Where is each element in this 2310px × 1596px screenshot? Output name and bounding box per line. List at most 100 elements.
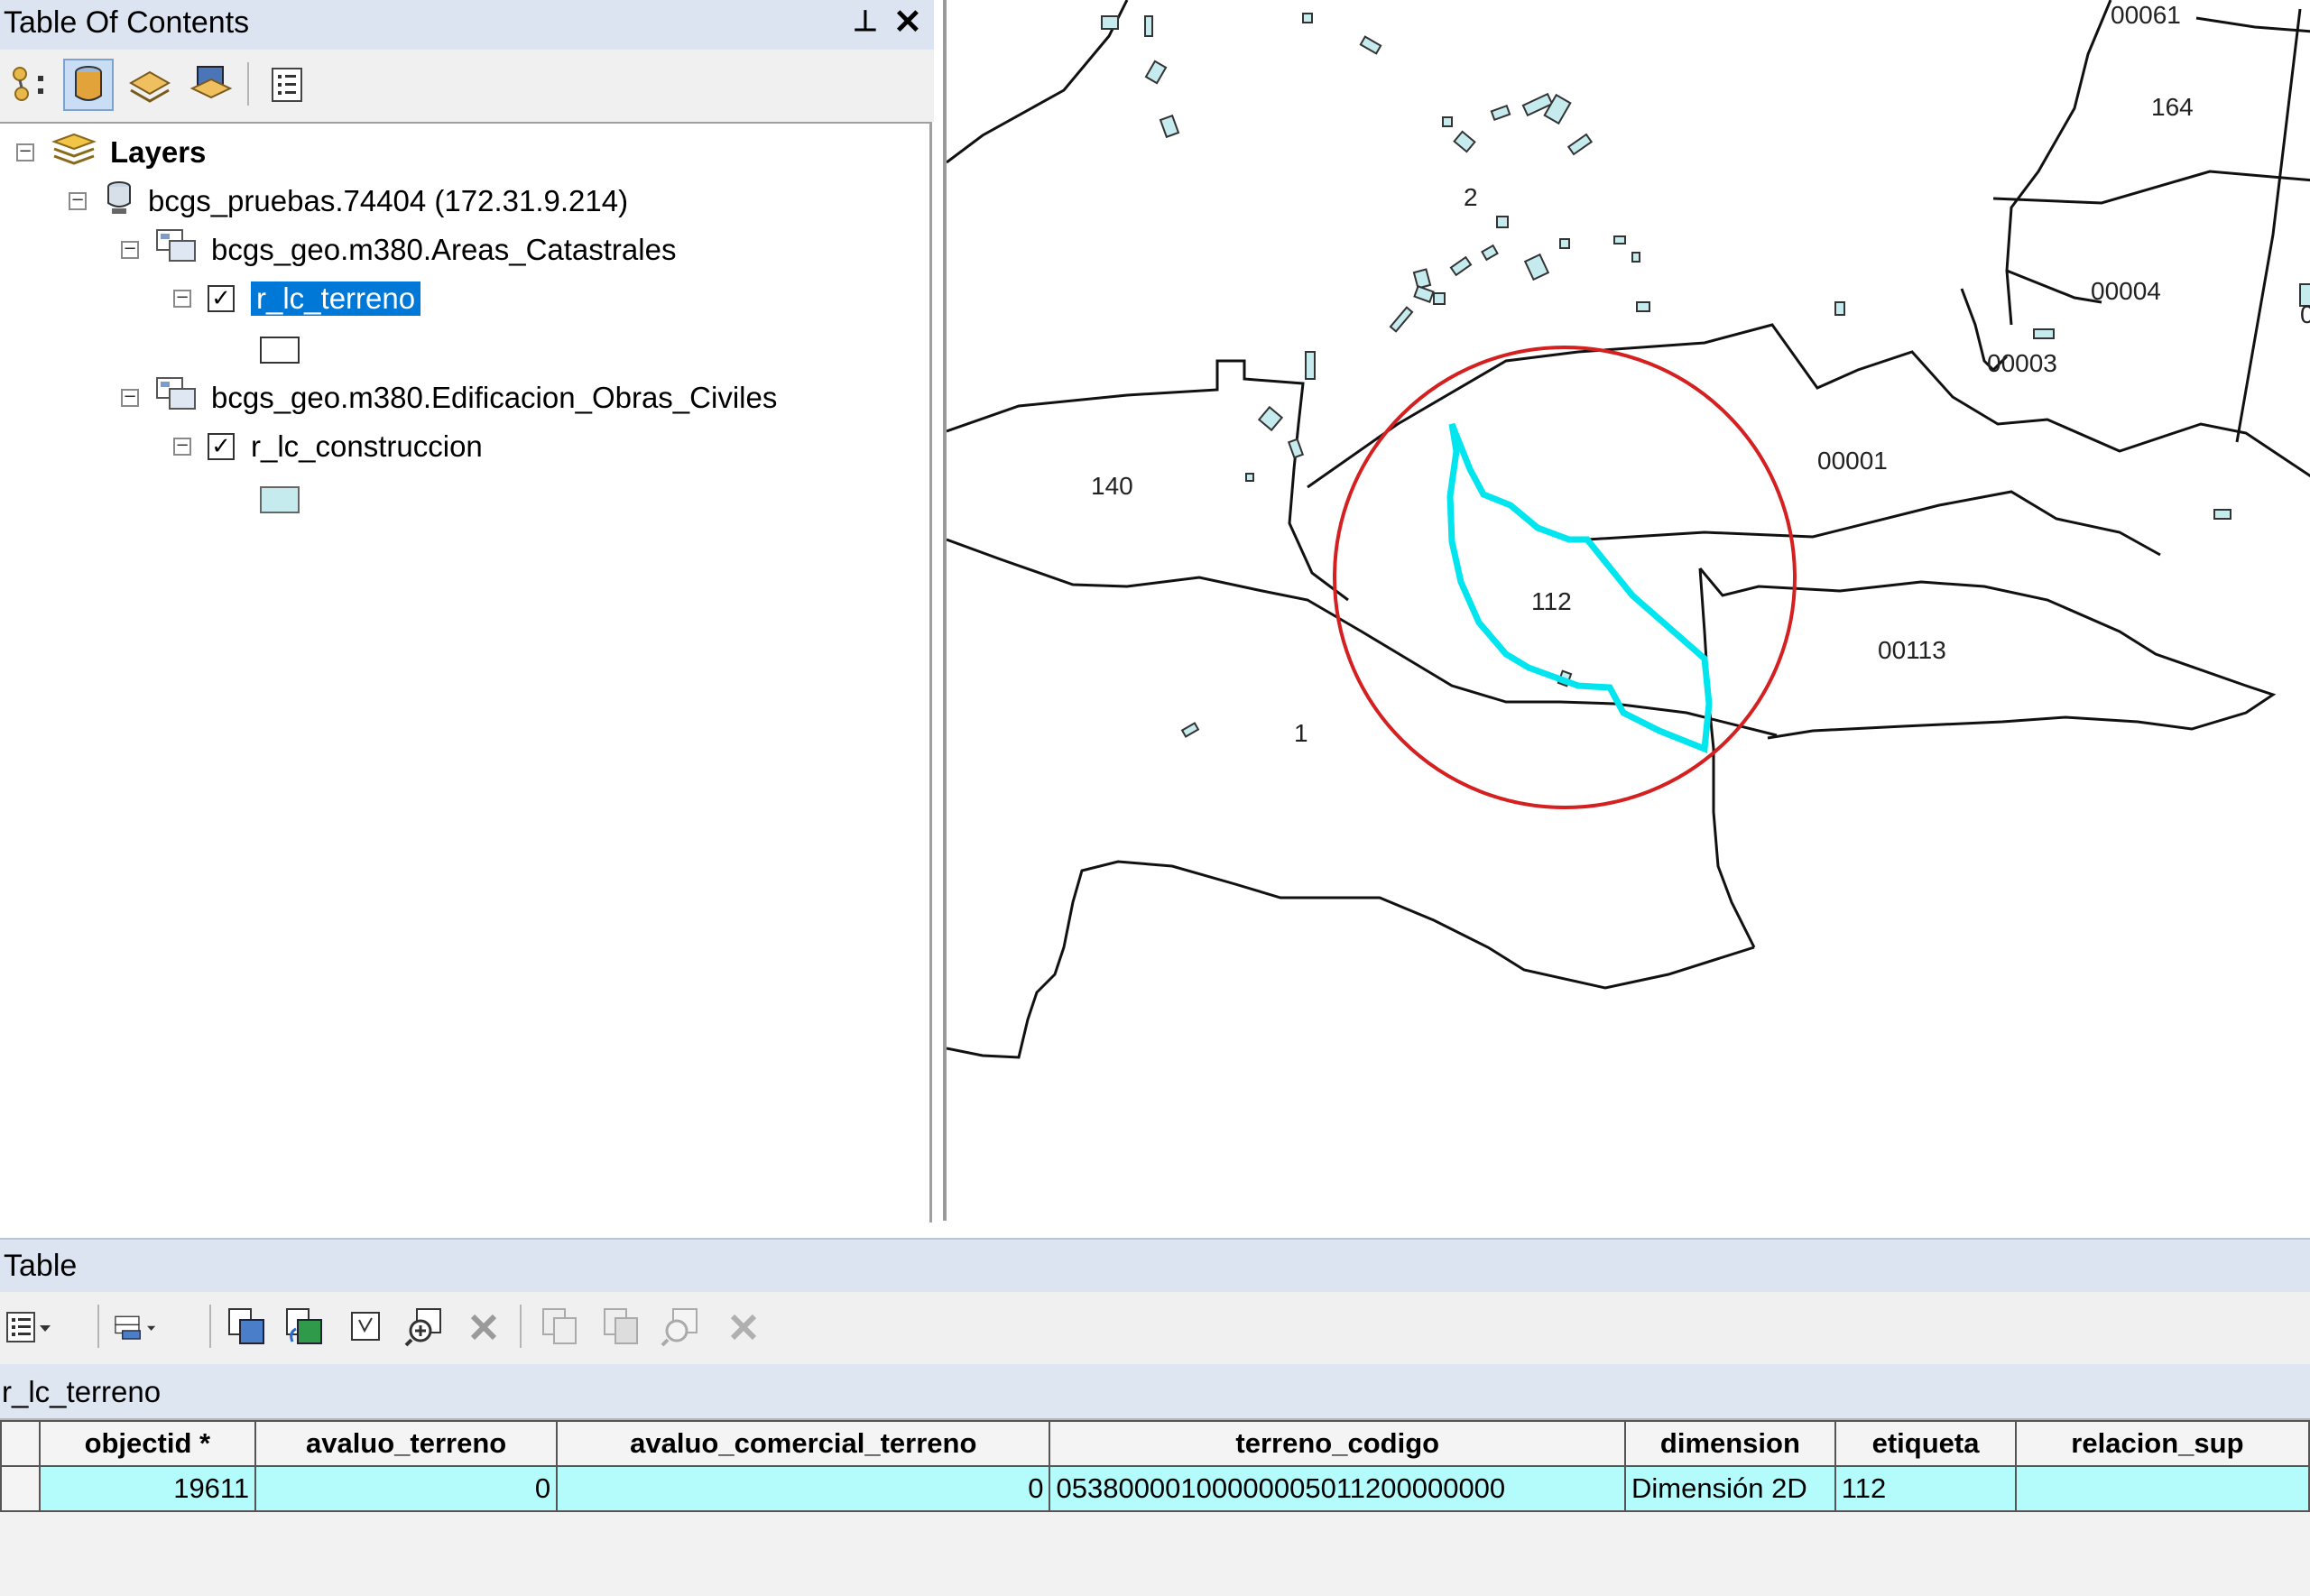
cell-etiqueta[interactable]: 112 xyxy=(1834,1465,2018,1512)
list-by-visibility-icon[interactable] xyxy=(125,59,175,111)
zoom-to-disabled-icon[interactable] xyxy=(657,1301,707,1353)
tree-item-group-areas-catastrales[interactable]: − bcgs_geo.m380.Areas_Catastrales xyxy=(121,228,676,272)
map-view[interactable]: 00061 164 2 00004 00003 00001 140 112 00… xyxy=(943,0,2310,1221)
building-footprint xyxy=(2213,509,2231,520)
pin-icon[interactable]: ⊥ xyxy=(853,4,878,38)
cell-avaluo-comercial-terreno[interactable]: 0 xyxy=(556,1465,1051,1512)
toc-toolbar xyxy=(0,50,934,122)
column-header[interactable]: objectid * xyxy=(38,1420,257,1467)
cell-relacion-sup[interactable] xyxy=(2015,1465,2310,1512)
building-footprint xyxy=(1287,438,1305,459)
collapse-icon[interactable]: − xyxy=(121,389,139,407)
tree-item-database[interactable]: − bcgs_pruebas.74404 (172.31.9.214) xyxy=(69,180,628,223)
toc-title: Table Of Contents xyxy=(4,5,250,40)
cell-avaluo-terreno[interactable]: 0 xyxy=(254,1465,559,1512)
tree-label-group2: bcgs_geo.m380.Edificacion_Obras_Civiles xyxy=(211,381,778,414)
tree-label-database: bcgs_pruebas.74404 (172.31.9.214) xyxy=(148,184,629,217)
toolbar-separator xyxy=(97,1305,99,1348)
list-by-source-icon[interactable] xyxy=(63,59,114,111)
building-footprint xyxy=(1389,306,1414,333)
column-header[interactable]: etiqueta xyxy=(1834,1420,2018,1467)
row-selector[interactable] xyxy=(0,1465,41,1512)
building-footprint xyxy=(1412,268,1432,290)
switch-selection-icon[interactable] xyxy=(280,1301,330,1353)
attribute-table[interactable]: objectid * avaluo_terreno avaluo_comerci… xyxy=(0,1420,2310,1596)
building-footprint xyxy=(1449,255,1473,277)
map-label-edge: 0 xyxy=(2300,300,2310,328)
building-footprint xyxy=(1413,285,1435,303)
cell-terreno-codigo[interactable]: 05380000100000005011200000000 xyxy=(1049,1465,1627,1512)
options-icon[interactable] xyxy=(262,59,312,111)
close-icon[interactable]: ✕ xyxy=(893,2,922,42)
cell-dimension[interactable]: Dimensión 2D xyxy=(1624,1465,1836,1512)
parcel-boundary xyxy=(1698,567,2277,740)
toolbar-separator xyxy=(247,62,249,106)
copy-selected-icon[interactable] xyxy=(534,1301,585,1353)
zoom-to-selected-icon[interactable] xyxy=(401,1301,451,1353)
polygon-symbol-swatch[interactable] xyxy=(260,337,300,364)
layer-tab-r-lc-terreno[interactable]: r_lc_terreno xyxy=(2,1375,161,1409)
delete-selected-icon[interactable] xyxy=(458,1301,509,1353)
layer-visibility-checkbox[interactable]: ✓ xyxy=(208,433,235,460)
building-footprint xyxy=(1496,216,1509,228)
building-footprint xyxy=(1636,301,1650,312)
parcel-boundary xyxy=(947,0,1129,164)
collapse-icon[interactable]: − xyxy=(173,438,191,456)
parcel-boundary xyxy=(947,860,1755,1059)
building-footprint xyxy=(2033,328,2055,339)
parcel-boundary xyxy=(2235,8,2302,443)
map-canvas[interactable]: 00061 164 2 00004 00003 00001 140 112 00… xyxy=(947,0,2310,1221)
collapse-icon[interactable]: − xyxy=(16,143,34,161)
map-label-2: 2 xyxy=(1464,183,1478,211)
column-header[interactable]: avaluo_comercial_terreno xyxy=(556,1420,1051,1467)
map-label-1: 1 xyxy=(1294,719,1308,747)
map-label-00113: 00113 xyxy=(1878,636,1946,664)
building-footprint xyxy=(1144,60,1168,85)
table-row[interactable]: 19611 0 0 05380000100000005011200000000 … xyxy=(0,1465,2310,1512)
column-header[interactable]: dimension xyxy=(1624,1420,1836,1467)
delete-disabled-icon[interactable] xyxy=(718,1301,769,1353)
paste-icon[interactable] xyxy=(596,1301,646,1353)
row-selector-header[interactable] xyxy=(0,1420,41,1467)
attribute-grid[interactable]: objectid * avaluo_terreno avaluo_comerci… xyxy=(0,1420,2310,1512)
table-title-bar xyxy=(0,1238,2310,1294)
related-tables-icon[interactable] xyxy=(112,1301,162,1353)
clear-selection-icon[interactable] xyxy=(341,1301,392,1353)
building-footprint xyxy=(1566,133,1594,156)
tree-item-layers[interactable]: − Layers xyxy=(16,131,206,174)
tree-item-r-lc-construccion[interactable]: − ✓ r_lc_construccion xyxy=(173,425,483,468)
parcel-boundary xyxy=(947,538,1778,737)
list-by-drawing-order-icon[interactable] xyxy=(5,59,56,111)
layer-tab-bar xyxy=(0,1364,2310,1420)
map-label-140: 140 xyxy=(1091,472,1133,500)
column-header[interactable]: terreno_codigo xyxy=(1049,1420,1627,1467)
selected-parcel-outline xyxy=(1446,422,1713,753)
cell-objectid[interactable]: 19611 xyxy=(38,1465,257,1512)
collapse-icon[interactable]: − xyxy=(121,241,139,259)
building-footprint xyxy=(1442,116,1453,127)
parcel-boundary xyxy=(947,359,1349,602)
column-header[interactable]: relacion_sup xyxy=(2015,1420,2310,1467)
collapse-icon[interactable]: − xyxy=(69,192,87,210)
annotation-circle xyxy=(1333,346,1797,809)
polygon-symbol-swatch[interactable] xyxy=(260,486,300,513)
table-header-row: objectid * avaluo_terreno avaluo_comerci… xyxy=(0,1420,2310,1467)
table-options-icon[interactable] xyxy=(4,1301,54,1353)
map-label-00004: 00004 xyxy=(2091,277,2161,305)
select-by-attributes-icon[interactable] xyxy=(222,1301,273,1353)
building-footprint xyxy=(1144,15,1153,37)
building-footprint xyxy=(1481,244,1499,262)
tree-item-group-edificacion[interactable]: − bcgs_geo.m380.Edificacion_Obras_Civile… xyxy=(121,376,777,420)
tree-label-group1: bcgs_geo.m380.Areas_Catastrales xyxy=(211,233,677,266)
building-footprint xyxy=(1453,130,1476,153)
column-header[interactable]: avaluo_terreno xyxy=(254,1420,559,1467)
tree-label-layer2[interactable]: r_lc_construccion xyxy=(251,429,483,464)
layer-visibility-checkbox[interactable]: ✓ xyxy=(208,285,235,312)
tree-item-r-lc-terreno[interactable]: − ✓ r_lc_terreno xyxy=(173,277,421,320)
tree-label-layer1[interactable]: r_lc_terreno xyxy=(251,281,421,316)
toolbar-separator xyxy=(520,1305,522,1348)
list-by-selection-icon[interactable] xyxy=(186,59,236,111)
building-footprint xyxy=(1302,13,1313,23)
map-label-112: 112 xyxy=(1531,587,1572,615)
collapse-icon[interactable]: − xyxy=(173,290,191,308)
